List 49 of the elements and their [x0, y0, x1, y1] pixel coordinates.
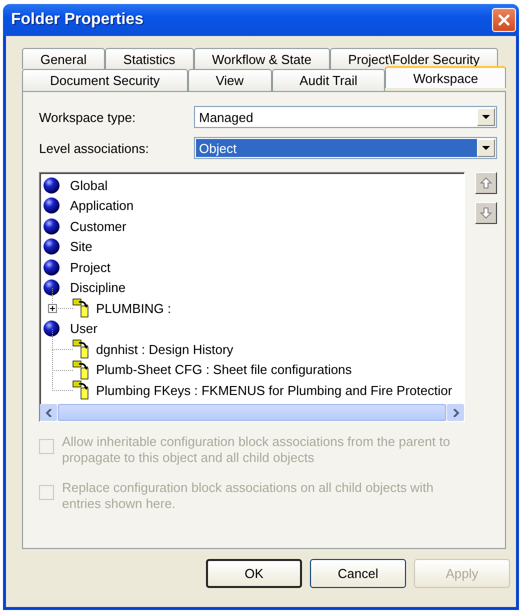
tree-item[interactable]: Customer	[70, 218, 126, 234]
dropdown[interactable]: Object	[194, 137, 497, 159]
window-title: Folder Properties	[11, 11, 144, 29]
config-block-icon	[71, 360, 91, 380]
tab[interactable]: Document Security	[22, 69, 188, 91]
dialog-button[interactable]: Cancel	[310, 559, 406, 588]
sphere-icon	[43, 279, 60, 296]
tab[interactable]: Workspace	[385, 66, 506, 88]
tree-item[interactable]: Global	[70, 178, 108, 193]
tab[interactable]: General	[22, 48, 105, 69]
sphere-icon	[43, 258, 60, 276]
tree-item[interactable]: User	[70, 321, 98, 336]
move-up-button[interactable]	[475, 172, 497, 194]
sphere-icon	[43, 176, 60, 194]
tree-item[interactable]: Discipline	[70, 280, 126, 296]
tab[interactable]: Audit Trail	[272, 69, 386, 91]
scroll-right-icon[interactable]	[447, 404, 464, 421]
expand-icon[interactable]	[48, 304, 57, 313]
sphere-icon	[43, 197, 60, 214]
tree-item[interactable]: Plumbing FKeys : FKMENUS for Plumbing and Fire Protectior	[96, 382, 452, 398]
tab[interactable]: View	[188, 69, 272, 91]
tree-view[interactable]: Global Application Customer Site Project Discipline PLUMBING : User dgnhist : Design History Plumb-Sheet CFG : Sheet file configurations Plumbing FKeys : FKMENUS for Plumbing and Fire Protectior	[39, 172, 465, 422]
tree-item[interactable]: Plumb-Sheet CFG : Sheet file configurations	[96, 362, 352, 378]
sphere-icon	[43, 238, 60, 256]
down-arrow-icon	[480, 207, 492, 219]
tab[interactable]: Workflow & State	[194, 48, 330, 69]
config-block-icon	[71, 339, 91, 360]
checkbox-label: Replace configuration block associations on all child objects with entries shown here.	[62, 480, 434, 512]
config-block-icon	[71, 298, 91, 318]
config-block-icon	[71, 380, 91, 400]
tree-item[interactable]: PLUMBING :	[96, 300, 172, 316]
sphere-icon	[43, 320, 60, 338]
close-icon	[497, 13, 511, 27]
dropdown[interactable]: Managed	[194, 106, 497, 128]
tree-item[interactable]: Site	[70, 239, 92, 254]
tree-item[interactable]: dgnhist : Design History	[96, 342, 234, 357]
close-button[interactable]	[492, 8, 516, 32]
tab[interactable]: Statistics	[104, 48, 194, 69]
field-label: Level associations:	[39, 140, 150, 156]
up-arrow-icon	[480, 177, 492, 189]
dialog-button[interactable]: OK	[206, 559, 302, 588]
field-label: Workspace type:	[39, 110, 137, 124]
scroll-left-icon[interactable]	[40, 404, 57, 421]
sphere-icon	[43, 218, 60, 235]
tab[interactable]: Project\Folder Security	[330, 48, 498, 69]
tree-item[interactable]: Project	[70, 260, 110, 275]
tree-item[interactable]: Application	[70, 198, 134, 214]
checkbox-label: Allow inheritable configuration block associations from the parent to propagate to this object and all child objects	[62, 434, 452, 466]
move-down-button[interactable]	[475, 202, 497, 224]
